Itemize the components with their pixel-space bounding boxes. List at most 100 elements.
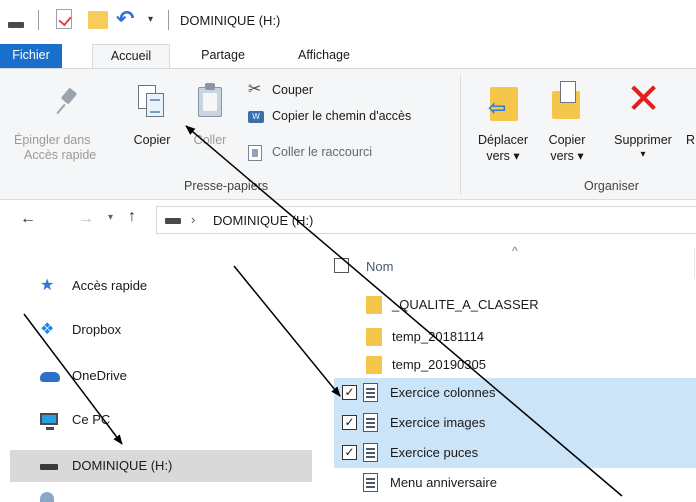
- network-icon[interactable]: [40, 492, 54, 502]
- tab-partage[interactable]: Partage: [186, 44, 260, 68]
- copy-button[interactable]: Copier: [124, 69, 180, 169]
- pin-label-line2: Accès rapide: [24, 148, 97, 162]
- tab-affichage[interactable]: Affichage: [280, 44, 368, 68]
- new-folder-icon[interactable]: [88, 11, 108, 29]
- tab-accueil[interactable]: Accueil: [92, 44, 170, 69]
- ribbon: Épingler dans Accès rapide Copier Coller…: [0, 68, 696, 200]
- title-bar: ↶ ▾ DOMINIQUE (H:): [0, 0, 696, 44]
- pin-icon: [56, 89, 82, 115]
- computer-icon: [40, 413, 58, 430]
- up-arrow-icon[interactable]: ↑: [128, 208, 136, 226]
- item-checkbox[interactable]: ✓: [342, 445, 357, 460]
- sort-indicator-icon: ^: [512, 244, 518, 258]
- file-list: ^ Nom _QUALITE_A_CLASSER temp_20181114 t…: [330, 240, 696, 502]
- dropbox-icon: ❖: [40, 321, 55, 338]
- move-folder-icon: ⇦: [488, 83, 520, 123]
- sidebar-item-label: Accès rapide: [72, 278, 148, 293]
- item-checkbox[interactable]: ✓: [342, 415, 357, 430]
- toolbar-separator: [38, 10, 39, 30]
- file-name: temp_20181114: [392, 329, 485, 344]
- drive-icon: [165, 218, 181, 224]
- document-icon: [363, 443, 378, 462]
- sidebar-item-dropbox[interactable]: ❖ Dropbox: [10, 314, 312, 346]
- delete-x-icon: ✕: [626, 75, 662, 122]
- list-item[interactable]: ✓ Exercice colonnes: [334, 378, 696, 408]
- column-divider[interactable]: [694, 248, 695, 278]
- sidebar-item-label: OneDrive: [72, 368, 127, 383]
- list-item[interactable]: ✓ Exercice puces: [334, 438, 696, 468]
- file-name: temp_20190305: [392, 357, 486, 372]
- copy-folder-icon: [550, 79, 582, 121]
- toolbar-separator: [168, 10, 169, 30]
- pin-label-line1: Épingler dans: [14, 133, 91, 147]
- properties-icon[interactable]: [56, 9, 72, 29]
- group-label-organize: Organiser: [584, 179, 639, 193]
- delete-label: Supprimer: [614, 133, 672, 147]
- sidebar-item-dominique-drive[interactable]: DOMINIQUE (H:): [10, 450, 312, 482]
- select-all-checkbox[interactable]: [334, 258, 349, 273]
- recent-locations-dropdown[interactable]: ▾: [108, 212, 113, 223]
- file-name: _QUALITE_A_CLASSER: [392, 297, 539, 312]
- ribbon-group-separator: [460, 75, 461, 195]
- undo-icon[interactable]: ↶: [116, 7, 134, 31]
- star-icon: ★: [40, 277, 55, 294]
- scissors-icon[interactable]: ✂: [248, 81, 261, 99]
- tab-fichier[interactable]: Fichier: [0, 44, 62, 68]
- cut-button[interactable]: Couper: [272, 83, 313, 97]
- delete-button[interactable]: ✕ Supprimer ▾: [602, 69, 684, 169]
- folder-icon: [366, 356, 382, 374]
- sidebar-item-this-pc[interactable]: Ce PC: [10, 404, 312, 436]
- copyto-label-line2: vers ▾: [550, 149, 584, 163]
- file-name: Exercice images: [390, 415, 486, 430]
- group-label-clipboard: Presse-papiers: [184, 179, 269, 193]
- copyto-label-line1: Copier: [548, 133, 586, 147]
- drive-icon: [40, 464, 58, 470]
- breadcrumb-chevron-icon[interactable]: ›: [191, 212, 195, 227]
- breadcrumb-drive[interactable]: DOMINIQUE (H:): [213, 213, 313, 228]
- paste-label: Coller: [193, 133, 227, 147]
- file-name: Menu anniversaire: [390, 475, 497, 490]
- column-header-name[interactable]: Nom: [366, 259, 393, 274]
- list-item[interactable]: temp_20190305: [334, 350, 696, 380]
- copy-to-button[interactable]: Copier vers ▾: [540, 69, 594, 169]
- paste-shortcut-button[interactable]: Coller le raccourci: [272, 145, 372, 159]
- paste-button[interactable]: Coller: [184, 69, 236, 169]
- list-item[interactable]: _QUALITE_A_CLASSER: [334, 290, 696, 320]
- pin-quick-access-button[interactable]: Épingler dans Accès rapide: [14, 69, 124, 169]
- item-checkbox[interactable]: ✓: [342, 385, 357, 400]
- back-arrow-icon[interactable]: ←: [20, 210, 36, 228]
- forward-arrow-icon[interactable]: →: [78, 210, 94, 228]
- rename-button-partial[interactable]: R: [686, 133, 696, 149]
- list-item[interactable]: ✓ Exercice images: [334, 408, 696, 438]
- document-icon: [363, 383, 378, 402]
- sidebar-item-quick-access[interactable]: ★ Accès rapide: [10, 270, 312, 302]
- sidebar-item-label: DOMINIQUE (H:): [72, 458, 173, 473]
- paste-shortcut-icon: [248, 145, 262, 161]
- navigation-pane: ★ Accès rapide ❖ Dropbox OneDrive Ce PC …: [0, 240, 320, 502]
- ribbon-tabs: Fichier Accueil Partage Affichage: [0, 44, 696, 69]
- window-title: DOMINIQUE (H:): [180, 13, 281, 28]
- copy-label: Copier: [133, 133, 171, 147]
- clipboard-icon: [196, 83, 224, 119]
- file-name: Exercice puces: [390, 445, 479, 460]
- list-item[interactable]: temp_20181114: [334, 322, 696, 352]
- list-item[interactable]: Menu anniversaire: [334, 468, 696, 498]
- copy-path-icon: W: [248, 111, 264, 123]
- move-label-line2: vers ▾: [486, 149, 520, 163]
- copy-path-button[interactable]: Copier le chemin d'accès: [272, 109, 411, 123]
- cloud-icon: [40, 372, 60, 382]
- sidebar-item-onedrive[interactable]: OneDrive: [10, 360, 312, 392]
- document-icon: [363, 473, 378, 492]
- move-label-line1: Déplacer: [477, 133, 529, 147]
- move-to-button[interactable]: ⇦ Déplacer vers ▾: [470, 69, 536, 169]
- folder-icon: [366, 328, 382, 346]
- delete-dropdown[interactable]: ▾: [602, 147, 684, 162]
- file-name: Exercice colonnes: [390, 385, 496, 400]
- address-bar: ← → ▾ ↑ › DOMINIQUE (H:): [0, 200, 696, 240]
- drive-icon: [8, 22, 24, 28]
- address-field[interactable]: › DOMINIQUE (H:): [156, 206, 696, 234]
- sidebar-item-label: Dropbox: [72, 322, 122, 337]
- customize-toolbar-dropdown[interactable]: ▾: [148, 14, 153, 25]
- sidebar-item-label: Ce PC: [72, 412, 111, 427]
- copy-icon: [136, 83, 166, 117]
